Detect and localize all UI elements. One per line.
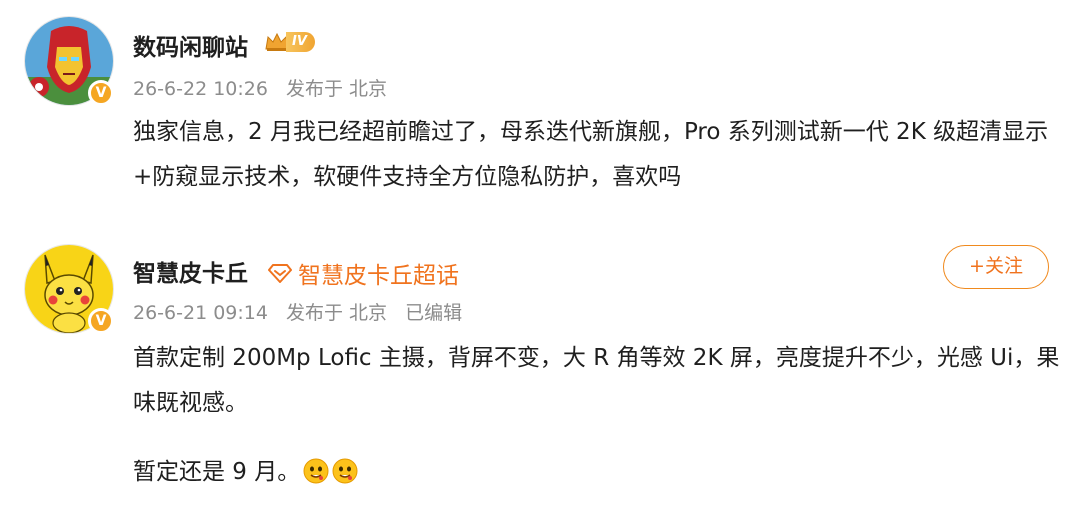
drooling-face-emoji-icon [303,458,329,484]
post-text: 独家信息，2 月我已经超前瞻过了，母系迭代新旗舰，Pro 系列测试新一代 2K … [133,119,1049,190]
diamond-icon [268,264,292,283]
post-content: 独家信息，2 月我已经超前瞻过了，母系迭代新旗舰，Pro 系列测试新一代 2K … [133,110,1063,200]
follow-button[interactable]: +关注 [943,245,1049,289]
user-rank-badge: IV [264,31,315,53]
post-text-paragraph-2: 暂定还是 9 月。 [133,459,301,485]
post-timestamp: 26-6-21 09:14 [133,302,268,324]
edited-label: 已编辑 [405,302,463,324]
post-text-paragraph-1: 首款定制 200Mp Lofic 主摄，背屏不变，大 R 角等效 2K 屏，亮度… [133,345,1060,416]
username[interactable]: 数码闲聊站 [133,28,248,62]
username[interactable]: 智慧皮卡丘 [133,254,248,288]
super-topic-link[interactable]: 智慧皮卡丘超话 [268,256,459,290]
post-meta: 26-6-21 09:14 发布于 北京 已编辑 [133,298,462,325]
paragraph-spacer [133,426,1063,450]
rank-level-text: IV [286,32,315,52]
post-text-paragraph-2-line: 暂定还是 9 月。 [133,450,1063,495]
post-source: 发布于 北京 [286,78,388,100]
post-timestamp: 26-6-22 10:26 [133,78,268,100]
drooling-face-emoji-icon [332,458,358,484]
user-avatar[interactable]: V [24,16,114,106]
user-avatar[interactable]: V [24,244,114,334]
post-meta: 26-6-22 10:26 发布于 北京 [133,74,387,101]
post-content: 首款定制 200Mp Lofic 主摄，背屏不变，大 R 角等效 2K 屏，亮度… [133,336,1063,495]
verified-v-badge-icon: V [88,308,114,334]
verified-v-badge-icon: V [88,80,114,106]
weibo-post-1: V 数码闲聊站 IV 26-6-22 10:26 发布于 北京 独家信息，2 月… [0,0,1080,220]
post-source: 发布于 北京 [286,302,388,324]
super-topic-label: 智慧皮卡丘超话 [298,263,459,289]
